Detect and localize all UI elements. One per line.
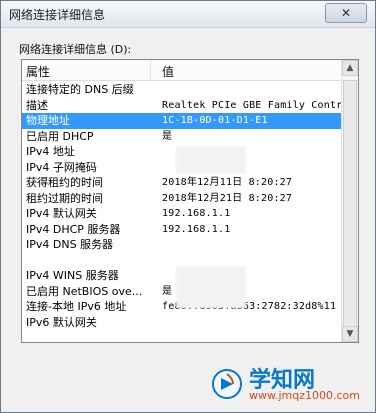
network-details-window: 网络连接详细信息 ✕ 网络连接详细信息 (D): 属性 值 连接特定的 DNS … — [0, 0, 376, 413]
table-row[interactable]: IPv6 默认网关 — [22, 315, 342, 331]
row-property: 已启用 DHCP — [26, 129, 94, 143]
row-property: 物理地址 — [26, 114, 70, 127]
table-row[interactable]: 已启用 DHCP 是 — [22, 129, 342, 145]
scroll-thumb[interactable] — [343, 80, 357, 338]
table-row[interactable]: 租约过期的时间 2018年12月21日 8:20:27 — [22, 191, 342, 207]
row-property: IPv4 地址 — [26, 145, 75, 158]
row-property: 获得租约的时间 — [26, 176, 103, 189]
table-row[interactable]: IPv4 DHCP 服务器 192.168.1.1 — [22, 222, 342, 238]
row-value: 是 — [162, 130, 173, 142]
logo-icon — [212, 369, 242, 399]
column-divider[interactable] — [150, 60, 151, 80]
close-button[interactable]: ✕ — [325, 3, 367, 23]
redacted-value — [176, 266, 246, 308]
row-property: IPv4 DHCP 服务器 — [26, 222, 121, 236]
row-property: IPv4 WINS 服务器 — [26, 269, 119, 282]
row-property: 已启用 NetBIOS ove... — [26, 284, 143, 298]
row-value: 是 — [162, 285, 173, 297]
row-value: 192.168.1.1 — [162, 208, 231, 219]
row-value: Realtek PCIe GBE Family Contro — [162, 99, 342, 111]
window-title: 网络连接详细信息 — [9, 8, 106, 22]
watermark: 学知网 www.jmqz1000.com — [211, 362, 361, 406]
list-header: 属性 值 — [22, 60, 342, 81]
table-row[interactable]: 物理地址 1C-1B-0D-01-D1-E1 — [22, 113, 342, 129]
title-bar: 网络连接详细信息 ✕ — [1, 1, 375, 28]
row-value: 2018年12月11日 8:20:27 — [162, 177, 293, 188]
row-property: 租约过期的时间 — [26, 191, 103, 205]
watermark-url: www.jmqz1000.com — [249, 389, 360, 402]
row-value: 192.168.1.1 — [162, 223, 231, 235]
scroll-up-button[interactable]: ▲ — [342, 60, 358, 76]
table-row[interactable]: 连接特定的 DNS 后缀 — [22, 82, 342, 98]
row-property: 连接特定的 DNS 后缀 — [26, 83, 134, 96]
row-value: 2018年12月21日 8:20:27 — [162, 192, 293, 204]
table-row[interactable]: 描述 Realtek PCIe GBE Family Contro — [22, 98, 342, 114]
table-row[interactable]: IPv4 默认网关 192.168.1.1 — [22, 206, 342, 222]
scroll-down-button[interactable]: ▼ — [342, 326, 358, 342]
row-property: 描述 — [26, 98, 48, 112]
row-property: IPv4 子网掩码 — [26, 160, 97, 174]
row-value: 1C-1B-0D-01-D1-E1 — [162, 115, 268, 126]
row-property: IPv4 默认网关 — [26, 207, 97, 220]
section-label: 网络连接详细信息 (D): — [19, 43, 132, 56]
table-row[interactable]: 获得租约的时间 2018年12月11日 8:20:27 — [22, 175, 342, 191]
column-header-value[interactable]: 值 — [162, 63, 174, 80]
row-property: IPv6 默认网关 — [26, 315, 97, 329]
row-property: IPv4 DNS 服务器 — [26, 238, 114, 251]
table-row[interactable]: IPv4 DNS 服务器 — [22, 237, 342, 253]
row-property: 连接-本地 IPv6 地址 — [26, 300, 127, 313]
redacted-value — [176, 146, 246, 174]
vertical-scrollbar[interactable]: ▲ ▼ — [341, 60, 358, 342]
column-header-property[interactable]: 属性 — [26, 63, 50, 80]
details-list[interactable]: 属性 值 连接特定的 DNS 后缀 描述 Realtek PCIe GBE Fami… — [21, 59, 359, 343]
